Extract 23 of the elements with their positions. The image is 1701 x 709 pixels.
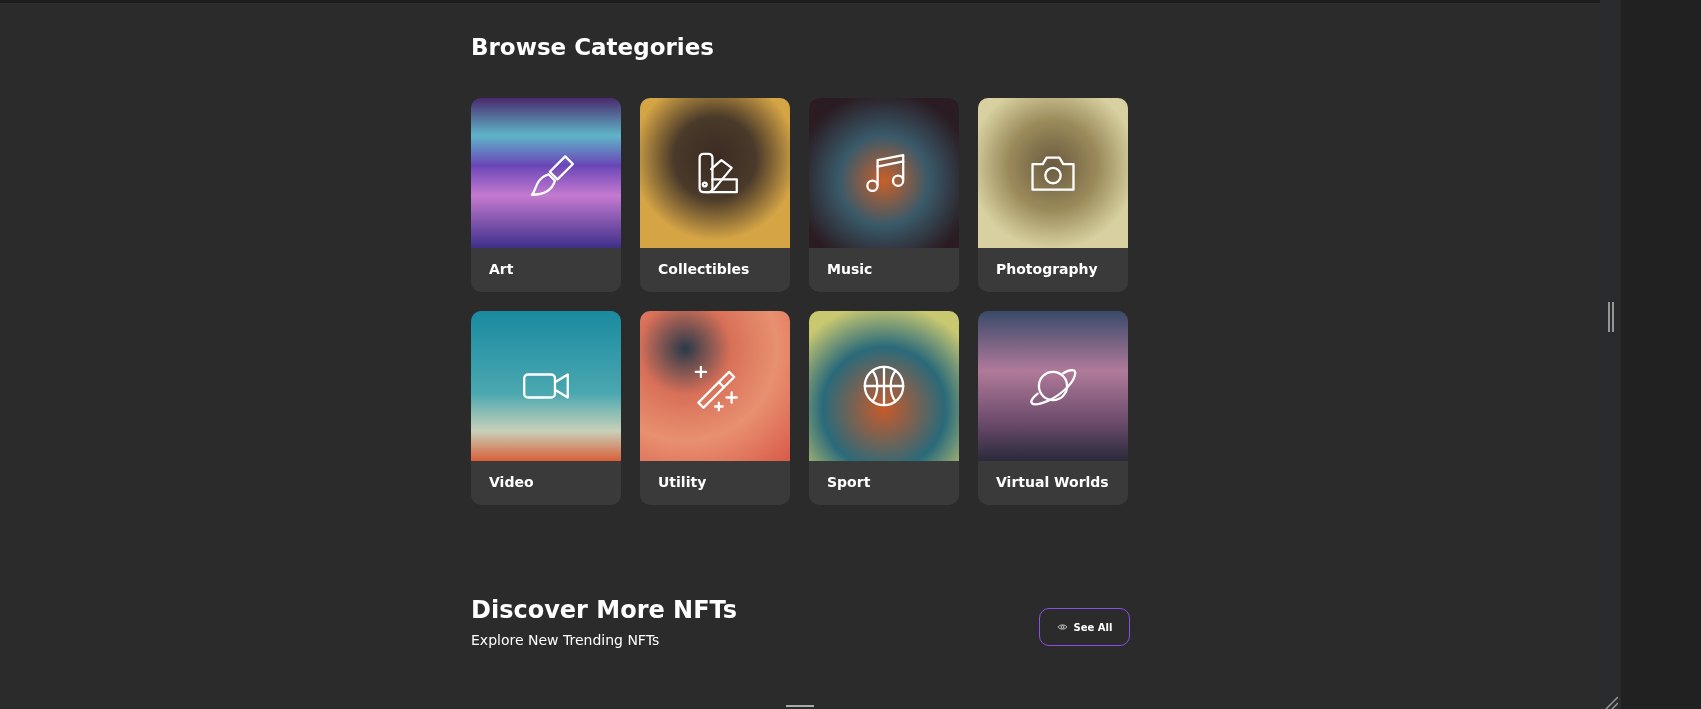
section-subtitle: Explore New Trending NFTs: [471, 632, 661, 648]
category-label: Art: [488, 260, 515, 277]
category-label: Collectibles: [657, 260, 751, 277]
category-label: Music: [826, 260, 874, 277]
category-card[interactable]: Music: [809, 98, 959, 292]
see-all-button[interactable]: See All: [1039, 608, 1130, 646]
category-card[interactable]: Collectibles: [640, 98, 790, 292]
category-label: Utility: [657, 473, 708, 490]
resize-corner-icon[interactable]: [1603, 695, 1618, 709]
eye-icon: [1056, 623, 1068, 631]
category-card[interactable]: Sport: [809, 311, 959, 505]
category-label: Virtual Worlds: [995, 473, 1110, 490]
category-label: Sport: [826, 473, 872, 490]
section-title: Discover More NFTs: [471, 596, 738, 624]
category-card[interactable]: Photography: [978, 98, 1128, 292]
resize-handle-icon[interactable]: [1607, 302, 1614, 332]
category-label: Video: [488, 473, 535, 490]
category-card[interactable]: Utility: [640, 311, 790, 505]
category-card[interactable]: Virtual Worlds: [978, 311, 1128, 505]
category-label: Photography: [995, 260, 1099, 277]
category-card[interactable]: Art: [471, 98, 621, 292]
section-title: Browse Categories: [471, 34, 715, 60]
category-card[interactable]: Video: [471, 311, 621, 505]
